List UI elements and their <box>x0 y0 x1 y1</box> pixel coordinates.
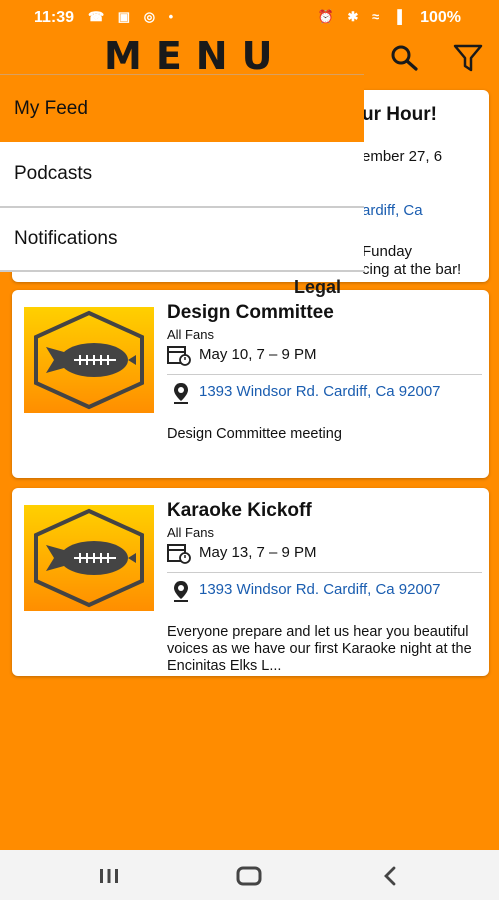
calendar-icon <box>167 346 191 366</box>
event-description: Everyone prepare and let us hear you bea… <box>167 624 472 674</box>
notification-icons: ☎ ▣ ◎ • <box>88 9 179 24</box>
event-card[interactable]: Karaoke Kickoff All Fans May 13, 7 – 9 P… <box>12 488 489 676</box>
drawer-item-my-feed[interactable]: My Feed <box>0 76 364 142</box>
location-pin-icon <box>174 383 188 404</box>
battery-level: 100% <box>420 9 461 26</box>
event-logo <box>24 307 154 413</box>
event-address-link[interactable]: 1393 Windsor Rd. Cardiff, Ca 92007 <box>199 581 459 598</box>
status-time: 11:39 <box>34 9 75 26</box>
event-logo <box>24 505 154 611</box>
event-description-line2: cing at the bar! <box>362 261 462 278</box>
navigation-drawer: My Feed Podcasts Notifications <box>0 74 364 272</box>
drawer-item-legal[interactable]: Legal <box>294 277 341 298</box>
event-card[interactable]: Design Committee All Fans May 10, 7 – 9 … <box>12 290 489 478</box>
calendar-icon <box>167 544 191 564</box>
event-title: ur Hour! <box>362 104 437 125</box>
event-date: May 13, 7 – 9 PM <box>199 544 317 561</box>
location-pin-icon <box>174 581 188 602</box>
event-date: ember 27, 6 <box>362 148 443 165</box>
drawer-top-divider <box>0 74 364 75</box>
system-icons: ⏰ ✱ ≈ ▐ <box>317 9 407 24</box>
recent-apps-icon[interactable] <box>98 867 120 885</box>
home-icon[interactable] <box>236 866 262 886</box>
event-title: Karaoke Kickoff <box>167 500 312 521</box>
event-address-link[interactable]: 1393 Windsor Rd. Cardiff, Ca 92007 <box>199 383 459 400</box>
event-category: All Fans <box>167 525 214 540</box>
search-icon[interactable] <box>388 42 420 74</box>
divider <box>167 572 482 573</box>
status-bar: 11:39 ☎ ▣ ◎ • ⏰ ✱ ≈ ▐ 100% <box>0 0 499 36</box>
event-title: Design Committee <box>167 302 334 323</box>
divider <box>167 374 482 375</box>
football-logo-icon <box>34 310 144 410</box>
event-description-line1: Funday <box>362 243 413 260</box>
football-logo-icon <box>34 508 144 608</box>
back-icon[interactable] <box>381 866 399 886</box>
drawer-item-notifications[interactable]: Notifications <box>0 208 364 270</box>
drawer-divider <box>0 270 364 272</box>
menu-title: MENU <box>104 34 287 78</box>
event-description: Design Committee meeting <box>167 426 342 442</box>
event-category: All Fans <box>167 327 214 342</box>
event-address[interactable]: ardiff, Ca <box>362 202 423 219</box>
event-date: May 10, 7 – 9 PM <box>199 346 317 363</box>
drawer-item-podcasts[interactable]: Podcasts <box>0 142 364 206</box>
system-nav-bar <box>0 850 499 900</box>
filter-icon[interactable] <box>452 42 484 74</box>
